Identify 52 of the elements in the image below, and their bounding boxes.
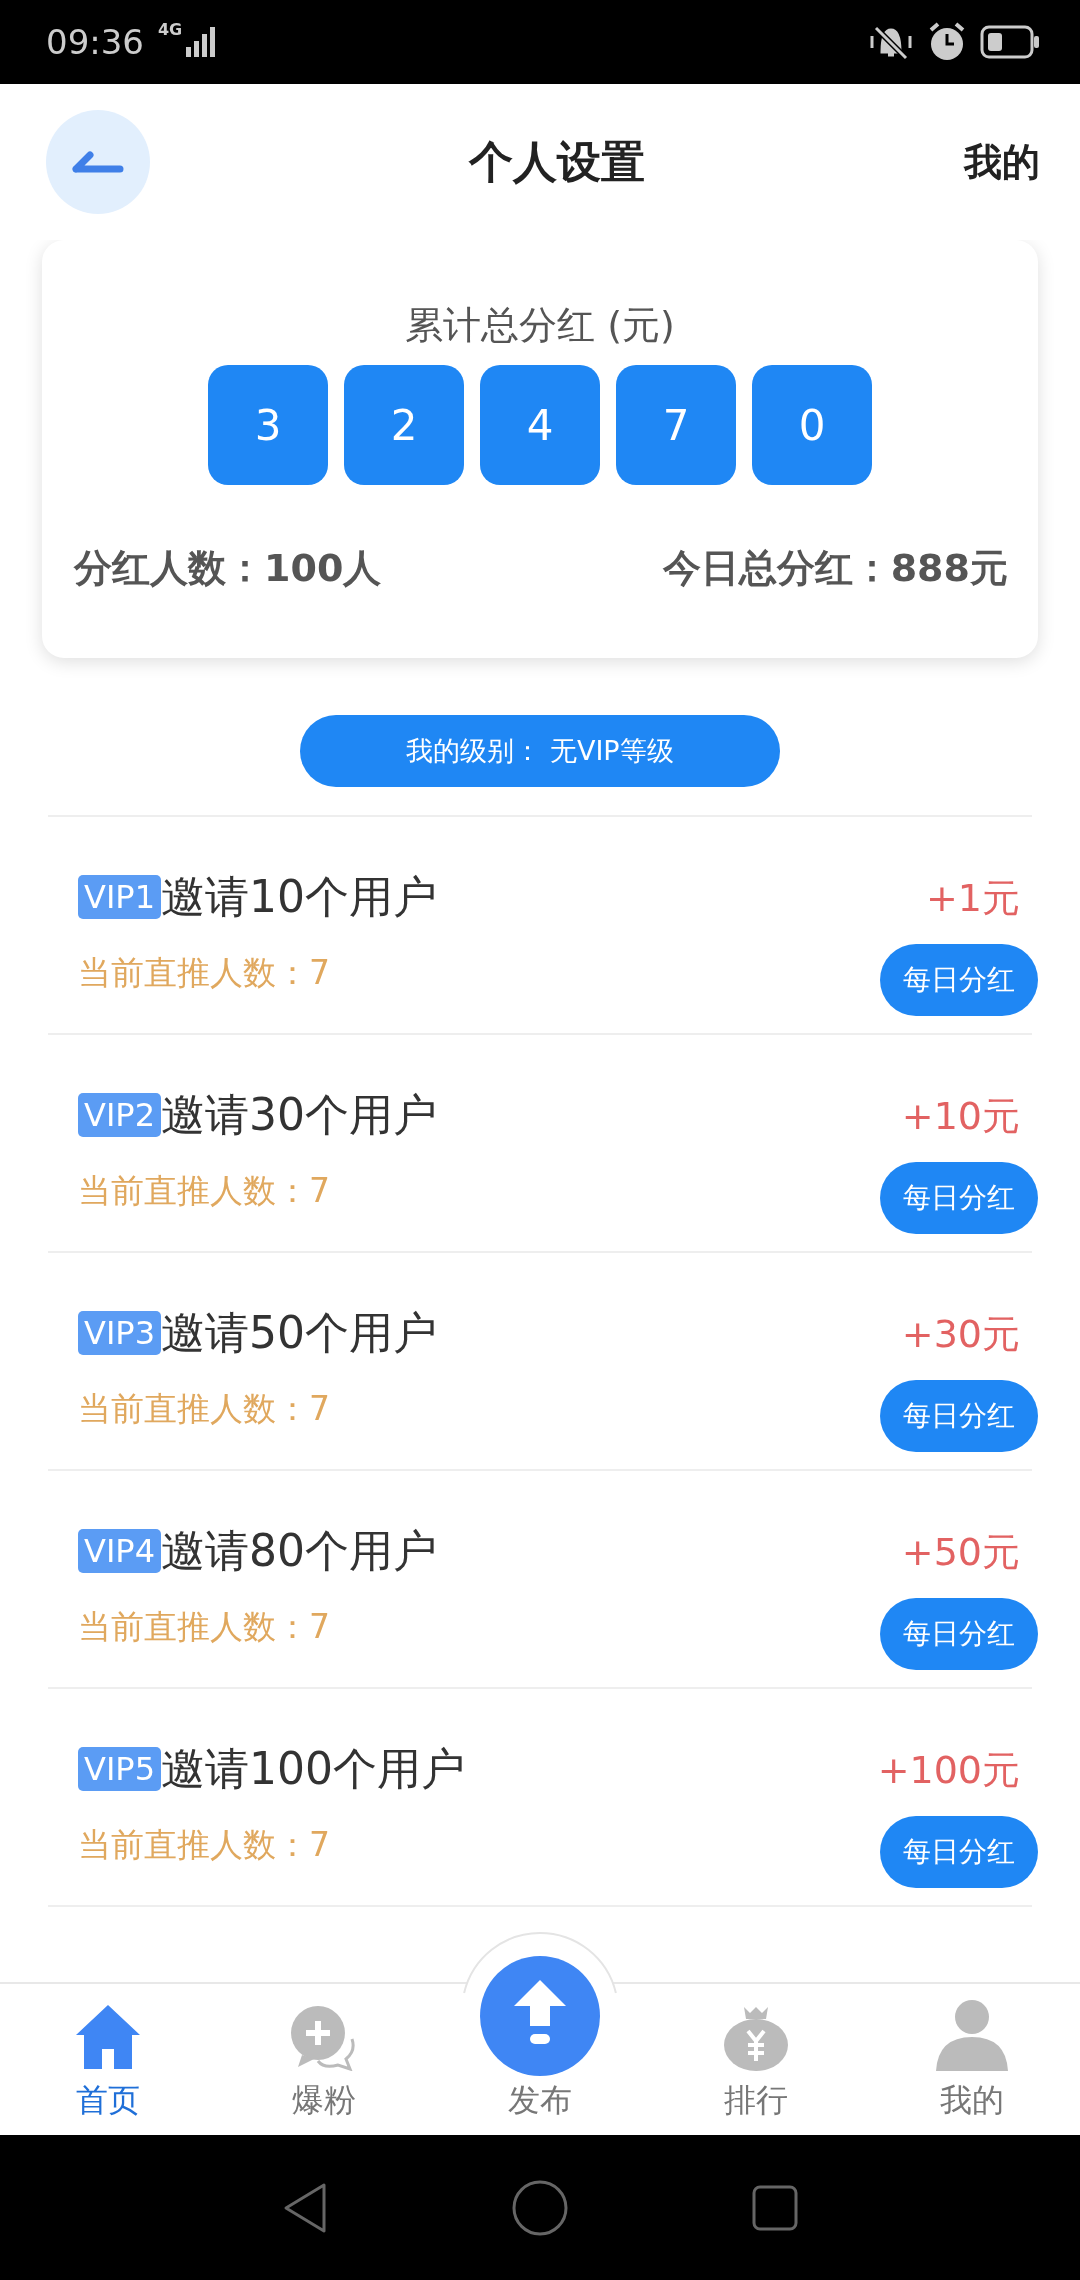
digit-tile: 3 <box>208 365 328 485</box>
back-nav-icon[interactable] <box>282 2181 328 2234</box>
vip-badge: VIP3 <box>78 1311 161 1355</box>
alarm-icon <box>928 22 966 62</box>
nav-tab[interactable]: 首页 <box>0 1984 216 2135</box>
network-type: 4G <box>158 20 183 39</box>
level-title: 邀请30个用户 <box>161 1087 437 1142</box>
daily-dividend-button[interactable]: 每日分红 <box>880 1598 1038 1670</box>
status-time: 09:36 <box>46 22 144 62</box>
reward-amount: +1元 <box>925 875 1020 922</box>
level-title: 邀请10个用户 <box>161 869 437 924</box>
back-icon <box>72 151 124 173</box>
referral-count: 当前直推人数：7 <box>78 1388 331 1430</box>
vip-badge: VIP5 <box>78 1747 161 1791</box>
reward-amount: +100元 <box>877 1747 1020 1794</box>
referral-count: 当前直推人数：7 <box>78 952 331 994</box>
level-title: 邀请50个用户 <box>161 1305 437 1360</box>
reward-amount: +10元 <box>901 1093 1020 1140</box>
page-title: 个人设置 <box>469 134 645 189</box>
vip-badge: VIP2 <box>78 1093 161 1137</box>
level-title: 邀请80个用户 <box>161 1523 437 1578</box>
signal-icon <box>186 27 217 57</box>
nav-tab[interactable]: 爆粉 <box>216 1984 432 2135</box>
nav-tab[interactable]: 我的 <box>864 1984 1080 2135</box>
battery-icon <box>980 25 1040 59</box>
recents-nav-icon[interactable] <box>752 2184 798 2231</box>
nav-tab[interactable]: 发布 <box>432 1922 648 2135</box>
digit-tile: 7 <box>616 365 736 485</box>
vip-badge: VIP1 <box>78 875 161 919</box>
daily-dividend-button[interactable]: 每日分红 <box>880 1816 1038 1888</box>
home-icon <box>74 2003 142 2071</box>
level-title: 邀请100个用户 <box>161 1741 465 1796</box>
referral-count: 当前直推人数：7 <box>78 1606 331 1648</box>
digit-tile: 4 <box>480 365 600 485</box>
member-count: 分红人数：100人 <box>74 545 382 592</box>
nav-tab[interactable]: 排行 <box>648 1984 864 2135</box>
reward-amount: +30元 <box>901 1311 1020 1358</box>
referral-count: 当前直推人数：7 <box>78 1824 331 1866</box>
user-icon <box>934 1999 1010 2071</box>
daily-dividend-button[interactable]: 每日分红 <box>880 1162 1038 1234</box>
home-nav-icon[interactable] <box>512 2179 568 2236</box>
vip-badge: VIP4 <box>78 1529 161 1573</box>
today-dividend: 今日总分红：888元 <box>662 545 1008 592</box>
reward-amount: +50元 <box>901 1529 1020 1576</box>
daily-dividend-button[interactable]: 每日分红 <box>880 944 1038 1016</box>
digit-tile: 0 <box>752 365 872 485</box>
total-dividend-label: 累计总分红 (元) <box>405 302 675 349</box>
referral-count: 当前直推人数：7 <box>78 1170 331 1212</box>
mine-link[interactable]: 我的 <box>964 136 1040 188</box>
digit-tile: 2 <box>344 365 464 485</box>
daily-dividend-button[interactable]: 每日分红 <box>880 1380 1038 1452</box>
level-button[interactable]: 我的级别： 无VIP等级 <box>300 715 780 787</box>
